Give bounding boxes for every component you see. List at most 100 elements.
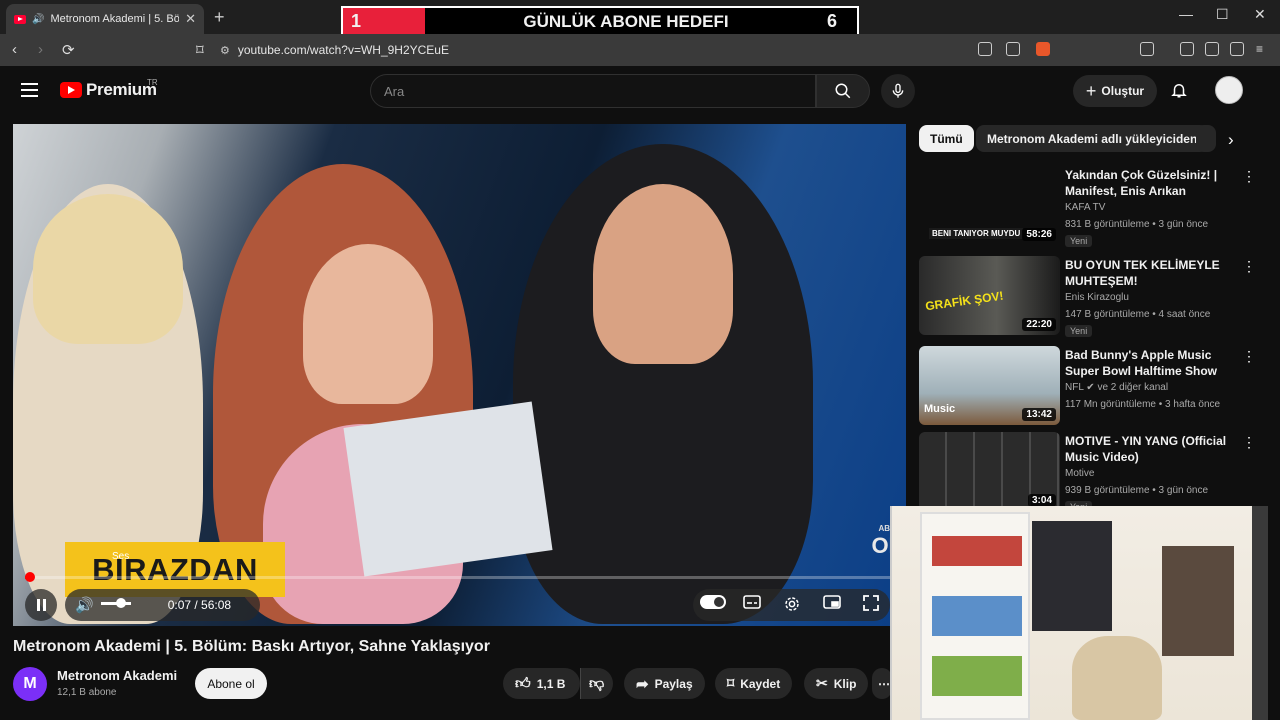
subscribe-button[interactable]: Abone ol — [195, 668, 267, 699]
volume-knob[interactable] — [116, 598, 126, 608]
recommendation-title[interactable]: Bad Bunny's Apple Music Super Bowl Halft… — [1065, 347, 1235, 379]
miniplayer-icon[interactable] — [823, 595, 841, 614]
more-vert-icon[interactable]: ⋮ — [1242, 258, 1256, 275]
subscriber-goal-banner: 1 GÜNLÜK ABONE HEDEFI 6 — [341, 6, 859, 37]
hamburger-menu-icon[interactable] — [21, 83, 38, 97]
recommendation-thumbnail[interactable]: Music 13:42 — [919, 346, 1060, 425]
youtube-logo[interactable]: Premium TR — [60, 78, 158, 100]
forward-icon[interactable]: › — [38, 41, 43, 58]
recommendation-meta: 147 B görüntüleme • 4 saat önce — [1065, 309, 1211, 320]
chip-all[interactable]: Tümü — [919, 125, 974, 152]
notifications-button[interactable] — [1170, 80, 1188, 105]
media-icon[interactable] — [1180, 42, 1194, 56]
recommendation-channel[interactable]: Motive — [1065, 468, 1094, 479]
volume-time-pill: 🔊 0:07 / 56:08 — [65, 589, 260, 621]
channel-name[interactable]: Metronom Akademi — [57, 668, 177, 683]
voice-search-button[interactable] — [881, 74, 915, 108]
chip-uploader[interactable]: Metronom Akademi adlı yükleyiciden — [976, 125, 1209, 152]
fullscreen-icon[interactable] — [863, 595, 879, 616]
create-button[interactable]: + Oluştur — [1073, 75, 1157, 107]
volume-tooltip: Ses — [112, 551, 130, 562]
more-vert-icon[interactable]: ⋮ — [1242, 348, 1256, 365]
search-button[interactable] — [816, 74, 870, 108]
clip-button[interactable]: ✂ Klip — [804, 668, 869, 699]
thumbs-up-icon: 👍︎ — [515, 674, 531, 692]
volume-icon[interactable]: 🔊 — [75, 596, 94, 614]
url-field[interactable]: ⚙ youtube.com/watch?v=WH_9H2YCEuE — [220, 38, 1070, 62]
paper-sheet — [343, 401, 553, 577]
vpn-icon[interactable] — [1230, 42, 1244, 56]
scissors-icon: ✂ — [816, 675, 828, 691]
bookmark-icon[interactable]: ⌑ — [196, 41, 204, 59]
autoplay-toggle-icon[interactable] — [700, 595, 726, 614]
menu-icon[interactable]: ≡ — [1256, 42, 1270, 56]
more-actions-button[interactable]: ⋯ — [872, 668, 892, 699]
streamer — [1072, 636, 1162, 720]
url-text: youtube.com/watch?v=WH_9H2YCEuE — [237, 43, 449, 57]
progress-scrubber[interactable] — [25, 572, 35, 582]
recommendation-channel[interactable]: Enis Kirazoglu — [1065, 292, 1129, 303]
recommendation-item[interactable]: 3:04 MOTIVE - YIN YANG (Official Music V… — [919, 432, 1269, 513]
more-vert-icon[interactable]: ⋮ — [1242, 434, 1256, 451]
more-vert-icon[interactable]: ⋮ — [1242, 168, 1256, 185]
recommendation-channel[interactable]: NFL ✔ ve 2 diğer kanal — [1065, 382, 1168, 393]
shelf-toys-2 — [932, 596, 1022, 636]
recommendation-meta: 831 B görüntüleme • 3 gün önce — [1065, 219, 1209, 230]
browser-tab[interactable]: 🔊 Metronom Akademi | 5. Bölüm ✕ — [6, 4, 204, 34]
recommendation-title[interactable]: MOTIVE - YIN YANG (Official Music Video) — [1065, 433, 1235, 465]
video-player[interactable]: BIRAZDAN Ses ABON OL 🔊 0:07 / 56:08 — [13, 124, 906, 626]
sidebar-icon[interactable] — [1205, 42, 1219, 56]
chevron-right-icon[interactable]: › — [1228, 130, 1234, 150]
pause-icon — [36, 599, 40, 611]
time-display: 0:07 / 56:08 — [167, 598, 232, 612]
more-icon: ⋯ — [878, 676, 890, 691]
video-title: Metronom Akademi | 5. Bölüm: Baskı Artıy… — [13, 638, 490, 655]
share-button[interactable]: ➦ Paylaş — [624, 668, 705, 699]
save-button[interactable]: ⌑ Kaydet — [715, 668, 793, 699]
search-input[interactable]: Ara — [370, 74, 816, 108]
recommendation-item[interactable]: GRAFİK ŞOV! 22:20 BU OYUN TEK KELİMEYLE … — [919, 256, 1269, 337]
recommendation-item[interactable]: BENI TANIYOR MUYDU 58:26 Yakından Çok Gü… — [919, 166, 1269, 247]
recommendation-title[interactable]: BU OYUN TEK KELİMEYLE MUHTEŞEM! — [1065, 257, 1235, 289]
recommendation-thumbnail[interactable]: BENI TANIYOR MUYDU 58:26 — [919, 166, 1060, 245]
extensions-icon[interactable] — [1140, 42, 1154, 56]
poster-right — [1162, 546, 1234, 656]
back-icon[interactable]: ‹ — [12, 41, 17, 58]
recommendation-title[interactable]: Yakından Çok Güzelsiniz! | Manifest, Eni… — [1065, 167, 1235, 199]
brave-shield-icon[interactable] — [1036, 42, 1050, 56]
reload-icon[interactable]: ⟳ — [62, 41, 75, 59]
recommendation-channel[interactable]: KAFA TV — [1065, 202, 1105, 213]
recommendation-item[interactable]: Music 13:42 Bad Bunny's Apple Music Supe… — [919, 346, 1269, 426]
like-button[interactable]: 👍︎ 1,1 B — [503, 668, 580, 699]
thumbs-down-icon: 👎︎ — [589, 674, 605, 692]
address-bar: ‹ › ⟳ ⌑ ⚙ youtube.com/watch?v=WH_9H2YCEu… — [0, 34, 1280, 66]
pause-button[interactable] — [25, 589, 57, 621]
account-avatar[interactable] — [1215, 76, 1243, 104]
webcam-overlay — [890, 506, 1268, 720]
progress-bar[interactable] — [25, 572, 894, 582]
site-info-icon[interactable]: ⚙ — [220, 44, 230, 57]
new-tab-button[interactable]: + — [214, 7, 225, 28]
person-right-face — [593, 184, 733, 364]
channel-avatar[interactable]: M — [13, 667, 47, 701]
minimize-icon[interactable]: — — [1179, 6, 1193, 22]
maximize-icon[interactable]: ☐ — [1216, 6, 1229, 23]
share-arrow-icon: ➦ — [636, 675, 649, 693]
close-tab-icon[interactable]: ✕ — [185, 11, 196, 27]
subtitles-icon[interactable] — [743, 595, 761, 614]
new-badge: Yeni — [1065, 325, 1093, 337]
recommendation-thumbnail[interactable]: 3:04 — [919, 432, 1060, 511]
close-window-icon[interactable]: ✕ — [1254, 6, 1266, 23]
person-middle-face — [303, 244, 433, 404]
shelf-toys-1 — [932, 536, 1022, 566]
dislike-button[interactable]: 👎︎ — [580, 668, 613, 699]
recommendation-thumbnail[interactable]: GRAFİK ŞOV! 22:20 — [919, 256, 1060, 335]
new-badge: Yeni — [1065, 235, 1093, 247]
cast-icon[interactable] — [978, 42, 992, 56]
settings-gear-icon[interactable] — [783, 595, 801, 618]
goal-current: 1 — [343, 8, 425, 35]
share-icon[interactable] — [1006, 42, 1020, 56]
speaker-icon[interactable]: 🔊 — [32, 14, 44, 25]
chip-overflow[interactable] — [1196, 125, 1216, 152]
microphone-icon — [892, 83, 904, 98]
